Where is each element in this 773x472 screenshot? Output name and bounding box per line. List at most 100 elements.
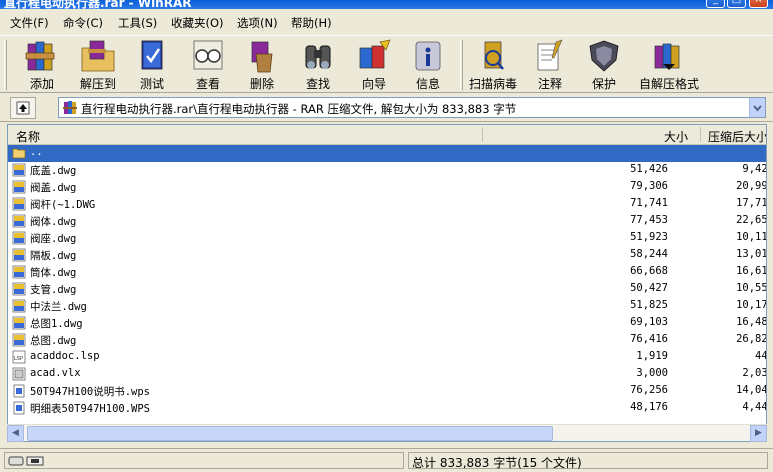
dwg-file-icon	[12, 299, 26, 313]
file-name: ..	[30, 146, 43, 158]
folder-extract-icon	[81, 40, 115, 72]
dwg-file-icon	[12, 163, 26, 177]
table-row[interactable]: 阀座.dwg 51,923 10,112	[8, 230, 766, 247]
test-label: 测试	[139, 77, 164, 91]
dwg-file-icon	[12, 231, 26, 245]
file-name: 明细表50T947H100.WPS	[30, 403, 151, 415]
comment-button[interactable]: 注释	[522, 38, 578, 92]
menu-bar: 文件(F) 命令(C) 工具(S) 收藏夹(O) 选项(N) 帮助(H)	[0, 9, 773, 35]
file-name: 阀杆(~1.DWG	[30, 199, 96, 211]
table-row[interactable]: 明细表50T947H100.WPS 48,176 4,449	[8, 400, 766, 417]
wizard-label: 向导	[361, 77, 386, 91]
protect-button[interactable]: 保护	[576, 38, 632, 92]
file-size: 76,256	[630, 384, 668, 396]
file-packed-size: 16,488	[736, 316, 766, 328]
dwg-file-icon	[12, 316, 26, 330]
toolbar-grip[interactable]	[4, 40, 7, 90]
file-size: 48,176	[630, 401, 668, 413]
books-add-icon	[25, 41, 55, 71]
table-row[interactable]: 总图.dwg 76,416 26,821	[8, 332, 766, 349]
add-button[interactable]: 添加	[14, 38, 70, 92]
sfx-label: 自解压格式	[638, 77, 699, 91]
add-label: 添加	[29, 77, 54, 91]
wizard-button[interactable]: 向导	[346, 38, 402, 92]
view-button[interactable]: 查看	[180, 38, 236, 92]
minimize-button[interactable]: _	[706, 0, 725, 8]
address-bar: 直行程电动执行器.rar\直行程电动执行器 - RAR 压缩文件, 解包大小为 …	[0, 94, 773, 122]
delete-button[interactable]: 删除	[234, 38, 290, 92]
file-size: 51,923	[630, 231, 668, 243]
binoculars-icon	[305, 45, 331, 69]
menu-tools[interactable]: 工具(S)	[118, 15, 157, 31]
table-row[interactable]: 阀杆(~1.DWG 71,741 17,713	[8, 196, 766, 213]
virus-scan-icon	[484, 41, 504, 70]
find-label: 查找	[305, 77, 330, 91]
folder-icon	[12, 148, 26, 159]
test-button[interactable]: 测试	[124, 38, 180, 92]
dwg-file-icon	[12, 248, 26, 262]
file-size: 76,416	[630, 333, 668, 345]
file-list[interactable]: 名称 大小 压缩后大小 .. 底盖.dwg 51,426 9,426 阀盖.dwg 79,…	[7, 124, 767, 442]
file-size: 71,741	[630, 197, 668, 209]
table-row[interactable]: 隔板.dwg 58,244 13,018	[8, 247, 766, 264]
dwg-file-icon	[12, 333, 26, 347]
column-size[interactable]: 大小	[664, 128, 688, 145]
table-row[interactable]: acad.vlx 3,000 2,033	[8, 366, 766, 383]
scroll-right-button[interactable]: ▶	[750, 425, 767, 442]
file-name: 中法兰.dwg	[30, 301, 87, 313]
scroll-thumb[interactable]	[27, 426, 553, 441]
file-packed-size: 9,426	[742, 163, 766, 175]
file-size: 1,919	[636, 350, 668, 362]
column-name[interactable]: 名称	[16, 128, 40, 145]
table-row[interactable]: 50T947H100说明书.wps 76,256 14,044	[8, 383, 766, 400]
table-row[interactable]: 底盖.dwg 51,426 9,426	[8, 162, 766, 179]
file-packed-size: 20,994	[736, 180, 766, 192]
file-name: 隔板.dwg	[30, 250, 77, 262]
dwg-file-icon	[12, 214, 26, 228]
status-bar: 总计 833,883 字节(15 个文件)	[0, 448, 773, 472]
file-name: 总图.dwg	[30, 335, 77, 347]
menu-favorites[interactable]: 收藏夹(O)	[171, 15, 224, 31]
file-name: 阀座.dwg	[30, 233, 77, 245]
extract-to-label: 解压到	[79, 77, 116, 91]
delete-icon	[251, 41, 273, 73]
horizontal-scrollbar[interactable]: ◀ ▶	[7, 424, 767, 442]
address-dropdown-button[interactable]	[749, 98, 765, 117]
sfx-icon	[654, 43, 680, 70]
file-packed-size: 10,556	[736, 282, 766, 294]
close-button[interactable]: ×	[749, 0, 768, 8]
file-packed-size: 17,713	[736, 197, 766, 209]
up-folder-button[interactable]	[10, 97, 36, 119]
file-rows: .. 底盖.dwg 51,426 9,426 阀盖.dwg 79,306 20,994 阀杆(…	[8, 145, 766, 417]
maximize-button[interactable]: □	[727, 0, 746, 8]
menu-help[interactable]: 帮助(H)	[291, 15, 332, 31]
table-row[interactable]: 总图1.dwg 69,103 16,488	[8, 315, 766, 332]
column-packed[interactable]: 压缩后大小	[708, 128, 766, 145]
address-field[interactable]: 直行程电动执行器.rar\直行程电动执行器 - RAR 压缩文件, 解包大小为 …	[58, 97, 766, 118]
virus-scan-button[interactable]: 扫描病毒	[462, 38, 524, 92]
dwg-file-icon	[12, 282, 26, 296]
table-row[interactable]: 阀盖.dwg 79,306 20,994	[8, 179, 766, 196]
file-size: 58,244	[630, 248, 668, 260]
sfx-button[interactable]: 自解压格式	[634, 38, 704, 92]
wps-file-icon	[13, 401, 25, 415]
menu-options[interactable]: 选项(N)	[237, 15, 278, 31]
shield-icon	[589, 40, 619, 72]
scroll-left-button[interactable]: ◀	[7, 425, 24, 442]
find-button[interactable]: 查找	[290, 38, 346, 92]
address-path: 直行程电动执行器.rar\直行程电动执行器 - RAR 压缩文件, 解包大小为 …	[81, 102, 517, 116]
table-row[interactable]: 中法兰.dwg 51,825 10,170	[8, 298, 766, 315]
file-packed-size: 10,112	[736, 231, 766, 243]
menu-file[interactable]: 文件(F)	[10, 15, 49, 31]
extract-to-button[interactable]: 解压到	[70, 38, 126, 92]
table-row[interactable]: 支管.dwg 50,427 10,556	[8, 281, 766, 298]
table-row[interactable]: LSP acaddoc.lsp 1,919 447	[8, 349, 766, 366]
table-row[interactable]: ..	[8, 145, 766, 162]
info-button[interactable]: 信息	[400, 38, 456, 92]
table-row[interactable]: 阀体.dwg 77,453 22,651	[8, 213, 766, 230]
table-row[interactable]: 筒体.dwg 66,668 16,611	[8, 264, 766, 281]
file-packed-size: 10,170	[736, 299, 766, 311]
comment-label: 注释	[537, 77, 562, 91]
menu-command[interactable]: 命令(C)	[63, 15, 103, 31]
file-packed-size: 14,044	[736, 384, 766, 396]
